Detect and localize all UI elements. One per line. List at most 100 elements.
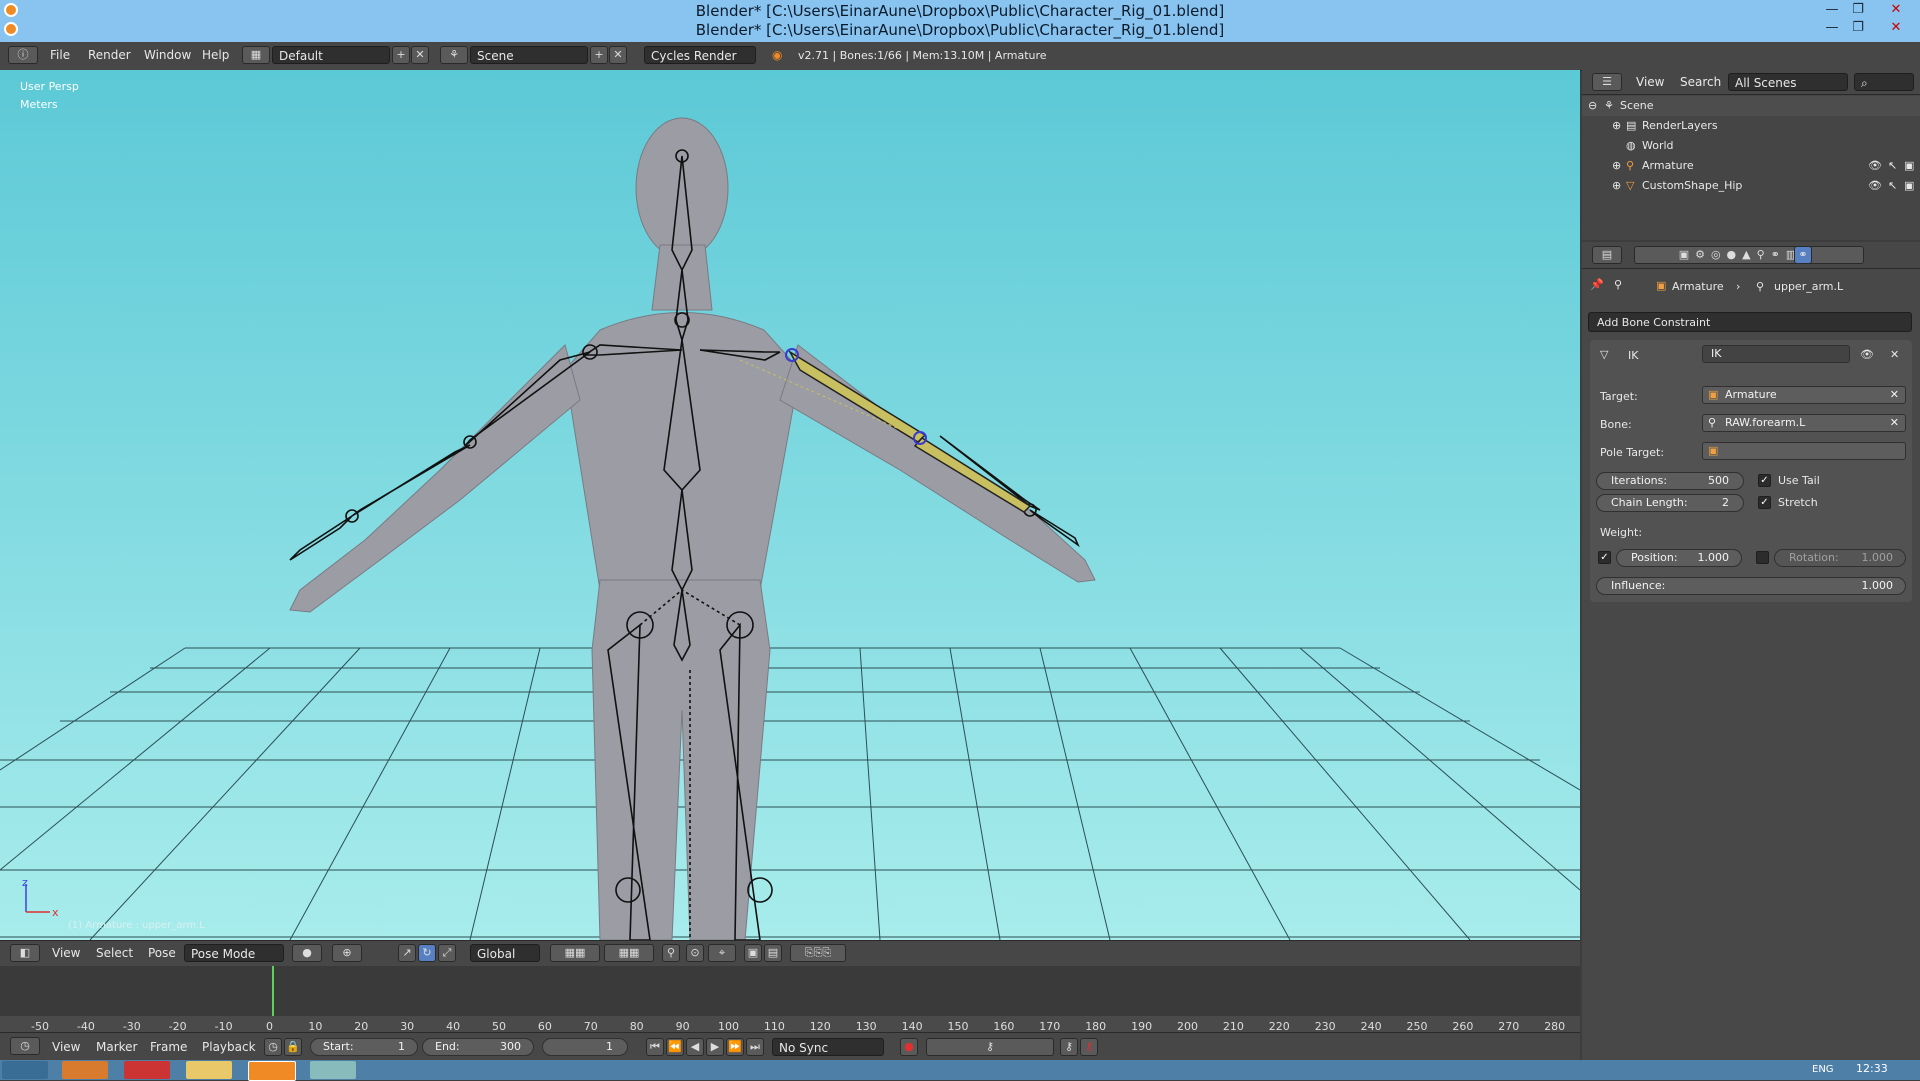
editor-type-properties-icon[interactable]: ▤	[1592, 246, 1622, 264]
snap-icon[interactable]: ⊙	[686, 944, 704, 962]
restore-icon[interactable]: ❐	[1846, 1, 1870, 19]
jump-start-icon[interactable]: ⏮	[646, 1038, 664, 1056]
stretch-checkbox[interactable]: ✓	[1758, 496, 1771, 509]
minimize-icon[interactable]: —	[1820, 19, 1844, 37]
editor-type-outliner-icon[interactable]: ☰	[1592, 73, 1622, 91]
scale-icon[interactable]: ⤢	[438, 944, 456, 962]
pin-icon[interactable]: 📌	[1590, 278, 1604, 291]
menu-window[interactable]: Window	[144, 48, 191, 62]
start-frame-field[interactable]: Start: 1	[310, 1038, 418, 1056]
expand-icon[interactable]: ⊕	[1612, 116, 1621, 136]
preview-range-icon[interactable]: ◷	[264, 1038, 282, 1056]
layers-icon[interactable]: ▦▦	[550, 944, 600, 962]
position-weight-checkbox[interactable]: ✓	[1598, 551, 1611, 564]
bone-field[interactable]: ⚲ RAW.forearm.L ✕	[1702, 414, 1906, 432]
snap-target-icon[interactable]: ⌖	[708, 944, 736, 962]
play-icon[interactable]: ▶	[706, 1038, 724, 1056]
play-reverse-icon[interactable]: ◀	[686, 1038, 704, 1056]
character-mesh[interactable]	[289, 117, 1096, 940]
use-tail-checkbox[interactable]: ✓	[1758, 474, 1771, 487]
restore-icon[interactable]: ❐	[1846, 19, 1870, 37]
clear-icon[interactable]: ✕	[1890, 387, 1899, 403]
blender-logo-icon[interactable]	[248, 1061, 296, 1081]
translate-icon[interactable]: ↗	[398, 944, 416, 962]
firefox-icon[interactable]	[62, 1061, 108, 1079]
menu-pose[interactable]: Pose	[148, 946, 176, 960]
delete-key-icon[interactable]: ⚷	[1080, 1038, 1098, 1056]
editor-type-info-icon[interactable]: ⓘ	[8, 46, 38, 64]
cursor-icon[interactable]: ↖	[1888, 156, 1897, 176]
bone-constraint-tab-icon[interactable]: ⚭	[1794, 246, 1812, 264]
keying-set-field[interactable]: ⚷	[926, 1038, 1054, 1056]
menu-search[interactable]: Search	[1680, 75, 1721, 89]
expand-icon[interactable]: ⊕	[1612, 156, 1621, 176]
expand-icon[interactable]: ⊕	[1612, 176, 1621, 196]
rotation-weight-checkbox[interactable]	[1756, 551, 1769, 564]
influence-slider[interactable]: Influence: 1.000	[1596, 577, 1906, 595]
scene-select[interactable]: Scene	[470, 46, 588, 64]
current-frame-marker[interactable]	[272, 966, 274, 1016]
jump-end-icon[interactable]: ⏭	[746, 1038, 764, 1056]
eye-icon[interactable]: 👁	[1868, 176, 1882, 196]
outliner-item-renderlayers[interactable]: ⊕ ▤ RenderLayers	[1582, 116, 1920, 136]
menu-view[interactable]: View	[1636, 75, 1664, 89]
scene-icon[interactable]: ⚘	[440, 46, 468, 64]
rotate-icon[interactable]: ↻	[418, 944, 436, 962]
start-button-icon[interactable]	[2, 1061, 48, 1079]
cursor-icon[interactable]: ↖	[1888, 176, 1897, 196]
constraint-name-field[interactable]: IK	[1702, 345, 1850, 363]
menu-help[interactable]: Help	[202, 48, 229, 62]
camera-icon[interactable]: ▣	[1904, 176, 1914, 196]
eye-icon[interactable]: 👁	[1868, 156, 1882, 176]
end-frame-field[interactable]: End: 300	[422, 1038, 534, 1056]
insert-key-icon[interactable]: ⚷	[1060, 1038, 1078, 1056]
menu-view[interactable]: View	[52, 946, 80, 960]
property-context-tabs[interactable]: ▣⚙◎●▲⚲⚭▥⌘	[1634, 246, 1864, 264]
pivot-icon[interactable]: ⊕	[332, 944, 362, 962]
close-icon[interactable]: ✕	[1884, 1, 1908, 19]
remove-layout-icon[interactable]: ✕	[411, 46, 429, 64]
add-scene-icon[interactable]: +	[590, 46, 608, 64]
menu-frame[interactable]: Frame	[150, 1040, 187, 1054]
chain-length-field[interactable]: Chain Length: 2	[1596, 494, 1744, 512]
clear-icon[interactable]: ✕	[1890, 415, 1899, 431]
orientation-select[interactable]: Global	[470, 944, 540, 962]
menu-playback[interactable]: Playback	[202, 1040, 256, 1054]
pose-copy-icon[interactable]: ⎘⎘⎘	[790, 944, 846, 962]
collapse-icon[interactable]: ▽	[1600, 348, 1608, 361]
chrome-icon[interactable]	[124, 1061, 170, 1079]
add-layout-icon[interactable]: +	[392, 46, 410, 64]
render-icon[interactable]: ▣	[744, 944, 762, 962]
menu-select[interactable]: Select	[96, 946, 133, 960]
layout-select[interactable]: Default	[272, 46, 390, 64]
lock-icon[interactable]: 🔒	[284, 1038, 302, 1056]
position-weight-field[interactable]: Position: 1.000	[1616, 549, 1742, 567]
layers-icon[interactable]: ▦▦	[604, 944, 654, 962]
outliner-item-customshape-hip[interactable]: ⊕ ▽ CustomShape_Hip 👁 ↖ ▣	[1582, 176, 1920, 196]
clock[interactable]: 12:33	[1856, 1062, 1888, 1075]
iterations-field[interactable]: Iterations: 500	[1596, 472, 1744, 490]
close-icon[interactable]: ✕	[1884, 19, 1908, 37]
remove-scene-icon[interactable]: ✕	[609, 46, 627, 64]
camera-icon[interactable]: ▣	[1904, 156, 1914, 176]
prev-keyframe-icon[interactable]: ⏪	[666, 1038, 684, 1056]
render-anim-icon[interactable]: ▤	[764, 944, 782, 962]
minimize-icon[interactable]: —	[1820, 1, 1844, 19]
rotation-weight-field[interactable]: Rotation: 1.000	[1774, 549, 1906, 567]
menu-view[interactable]: View	[52, 1040, 80, 1054]
editor-type-timeline-icon[interactable]: ◷	[10, 1037, 40, 1055]
search-icon[interactable]: ⌕	[1854, 73, 1914, 91]
3d-viewport[interactable]: User Persp Meters x z (1) Armature : upp…	[0, 70, 1580, 940]
next-keyframe-icon[interactable]: ⏩	[726, 1038, 744, 1056]
record-icon[interactable]: ●	[900, 1038, 918, 1056]
outliner-item-scene[interactable]: ⊖ ⚘ Scene	[1582, 96, 1920, 116]
bone-icon[interactable]: ⚲	[662, 944, 680, 962]
close-icon[interactable]: ✕	[1890, 348, 1899, 361]
layout-icon[interactable]: ▦	[242, 46, 270, 64]
sync-select[interactable]: No Sync	[772, 1038, 884, 1056]
shading-icon[interactable]: ●	[292, 944, 322, 962]
eye-icon[interactable]: 👁	[1860, 348, 1874, 361]
menu-render[interactable]: Render	[88, 48, 131, 62]
expand-icon[interactable]: ⊖	[1588, 96, 1597, 116]
editor-type-3d-icon[interactable]: ◧	[10, 944, 40, 962]
